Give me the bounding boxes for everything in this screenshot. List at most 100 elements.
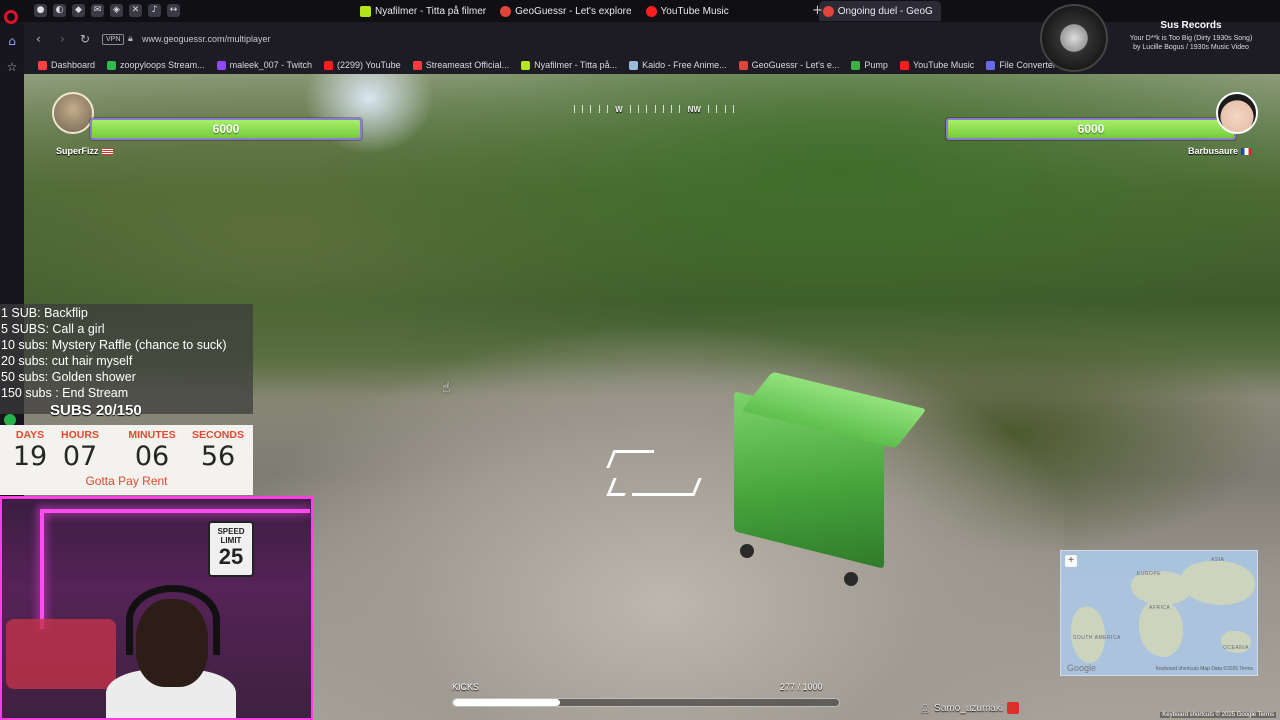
pinned-arrows-icon[interactable]: ↔ (167, 4, 180, 17)
pinned-game-icon[interactable]: ◈ (110, 4, 123, 17)
now-playing-subtitle: Your D**k is Too Big (Dirty 1930s Song) … (1129, 35, 1253, 51)
left-player-avatar (52, 92, 94, 134)
geoguessr-pin-icon (500, 5, 512, 17)
bookmark-label: Kaido - Free Anime... (642, 60, 727, 70)
forward-arrow-icon[interactable]: › (60, 33, 65, 45)
left-health-bar: 6000 (90, 118, 362, 140)
map-attribution[interactable]: Keyboard shortcuts Map Data ©2025 Terms (1156, 666, 1253, 672)
compass: W NW (574, 102, 734, 116)
bookmark-label: zoopyloops Stream... (120, 60, 205, 70)
bookmark-favicon-icon (629, 60, 639, 70)
bookmark-label: Nyafilmer - Titta på... (534, 60, 618, 70)
bookmark-favicon-icon (323, 60, 333, 70)
tab-label: YouTube Music (660, 5, 729, 17)
kicks-progress-bar (452, 698, 840, 707)
pinned-icons: ● ◐ ◆ ✉ ◈ ✕ ♪ ↔ (34, 4, 180, 17)
bookmark-favicon-icon (521, 60, 531, 70)
sub-goal: 20 subs: cut hair myself (1, 354, 133, 368)
bookmark-label: Streameast Official... (425, 60, 510, 70)
bookmark-item[interactable]: zoopyloops Stream... (107, 60, 205, 70)
right-health-bar: 6000 (946, 118, 1236, 140)
bookmark-favicon-icon (899, 60, 909, 70)
chat-user: 👤︎ Samo_uzumaki (920, 702, 1020, 714)
minutes-label: MINUTES (128, 429, 176, 441)
right-player-avatar (1216, 92, 1258, 134)
bookmark-label: GeoGuessr - Let's e... (751, 60, 840, 70)
home-icon[interactable]: ⌂ (5, 34, 19, 48)
nyafilmer-icon (360, 5, 371, 17)
lock-icon[interactable]: 🔒︎ (128, 33, 133, 44)
opera-logo-icon[interactable] (4, 10, 18, 24)
speed-limit-sign: SPEED LIMIT 25 (208, 521, 254, 577)
map-label-europe: EUROPE (1137, 571, 1162, 577)
now-playing-title: Sus Records (1160, 20, 1222, 31)
url-field[interactable]: www.geoguessr.com/multiplayer (142, 34, 271, 44)
pinned-shield-icon[interactable]: ◆ (72, 4, 85, 17)
chat-username: Samo_uzumaki (934, 702, 1004, 714)
tab-label: GeoGuessr - Let's explore (515, 5, 632, 17)
pinned-mail-icon[interactable]: ✉ (91, 4, 104, 17)
tab-strip: Nyafilmer - Titta på filmer GeoGuessr - … (356, 1, 941, 21)
neon-light-strip (40, 509, 310, 513)
headphones-icon (126, 585, 220, 655)
bookmark-favicon-icon (107, 60, 117, 70)
gravel-path (264, 324, 1064, 720)
bookmark-favicon-icon (738, 60, 748, 70)
bookmark-label: (2299) YouTube (336, 60, 401, 70)
minutes-value: 06 (134, 441, 170, 472)
pinned-chrome-icon[interactable]: ● (34, 4, 47, 17)
left-player-name: SuperFizz (56, 146, 113, 156)
guess-minimap[interactable]: + ASIA EUROPE AFRICA SOUTH AMERICA OCEAN… (1060, 550, 1258, 676)
bookmark-item[interactable]: (2299) YouTube (323, 60, 401, 70)
bookmark-favicon-icon (38, 60, 47, 70)
vinyl-record-icon (1040, 4, 1108, 72)
right-health-value: 6000 (1077, 122, 1105, 136)
tab-label: Ongoing duel - GeoG (837, 5, 933, 17)
left-health-value: 6000 (212, 122, 240, 136)
new-tab-plus-icon[interactable]: + (812, 4, 823, 17)
compass-w: W (615, 104, 623, 114)
bookmark-favicon-icon (216, 60, 226, 70)
bookmark-item[interactable]: maleek_007 - Twitch (216, 60, 312, 70)
kicks-label: KICKS (452, 682, 480, 692)
youtube-music-icon (645, 5, 657, 17)
vpn-badge[interactable]: VPN (102, 34, 125, 45)
bookmark-item[interactable]: Kaido - Free Anime... (629, 60, 727, 70)
chat-badge-icon (1007, 702, 1020, 714)
tab-label: Nyafilmer - Titta på filmer (375, 5, 487, 17)
sub-goals-panel: 1 SUB: Backflip 5 SUBS: Call a girl 10 s… (0, 304, 253, 414)
bookmark-item[interactable]: GeoGuessr - Let's e... (738, 60, 840, 70)
bookmark-item[interactable]: Pump (851, 60, 888, 70)
tab-youtube-music[interactable]: YouTube Music (642, 1, 737, 21)
google-attribution[interactable]: Keyboard shortcuts © 2025 Google Terms (1160, 712, 1276, 718)
bracket-reticle (606, 450, 702, 496)
bookmark-item[interactable]: Nyafilmer - Titta på... (521, 60, 617, 70)
bookmark-item[interactable]: Streameast Official... (412, 60, 510, 70)
sub-goal: 1 SUB: Backflip (1, 306, 88, 320)
pinned-x-icon[interactable]: ✕ (129, 4, 142, 17)
countdown-timer: DAYS 19 HOURS 07 MINUTES 06 SECONDS 56 G… (0, 425, 253, 495)
bookmark-item[interactable]: YouTube Music (899, 60, 975, 70)
sub-goal: 5 SUBS: Call a girl (1, 322, 105, 336)
seconds-value: 56 (200, 441, 236, 472)
reload-icon[interactable]: ↻ (80, 33, 90, 45)
back-arrow-icon[interactable]: ‹ (36, 33, 41, 45)
zoom-in-button[interactable]: + (1065, 555, 1077, 567)
bookmark-icon[interactable]: ☆ (5, 60, 19, 74)
tab-ongoing-duel[interactable]: Ongoing duel - GeoG (818, 1, 941, 21)
user-icon: 👤︎ (920, 703, 931, 713)
bookmark-favicon-icon (412, 60, 422, 70)
sub-goal: 150 subs : End Stream (1, 386, 129, 400)
us-flag-icon (101, 148, 113, 156)
map-label-asia: ASIA (1211, 557, 1225, 563)
pinned-music-icon[interactable]: ♪ (148, 4, 161, 17)
tab-nyafilmer[interactable]: Nyafilmer - Titta på filmer (356, 1, 494, 21)
compass-nw: NW (687, 104, 701, 114)
bookmark-item[interactable]: Dashboard (38, 60, 95, 70)
map-label-south-america: SOUTH AMERICA (1073, 635, 1121, 641)
right-player-name: Barbusaure (1188, 146, 1253, 156)
pinned-discord-icon[interactable]: ◐ (53, 4, 66, 17)
hand-cursor-icon: ☝ (442, 380, 451, 396)
tab-geoguessr[interactable]: GeoGuessr - Let's explore (496, 1, 639, 21)
bookmark-label: YouTube Music (912, 60, 975, 70)
